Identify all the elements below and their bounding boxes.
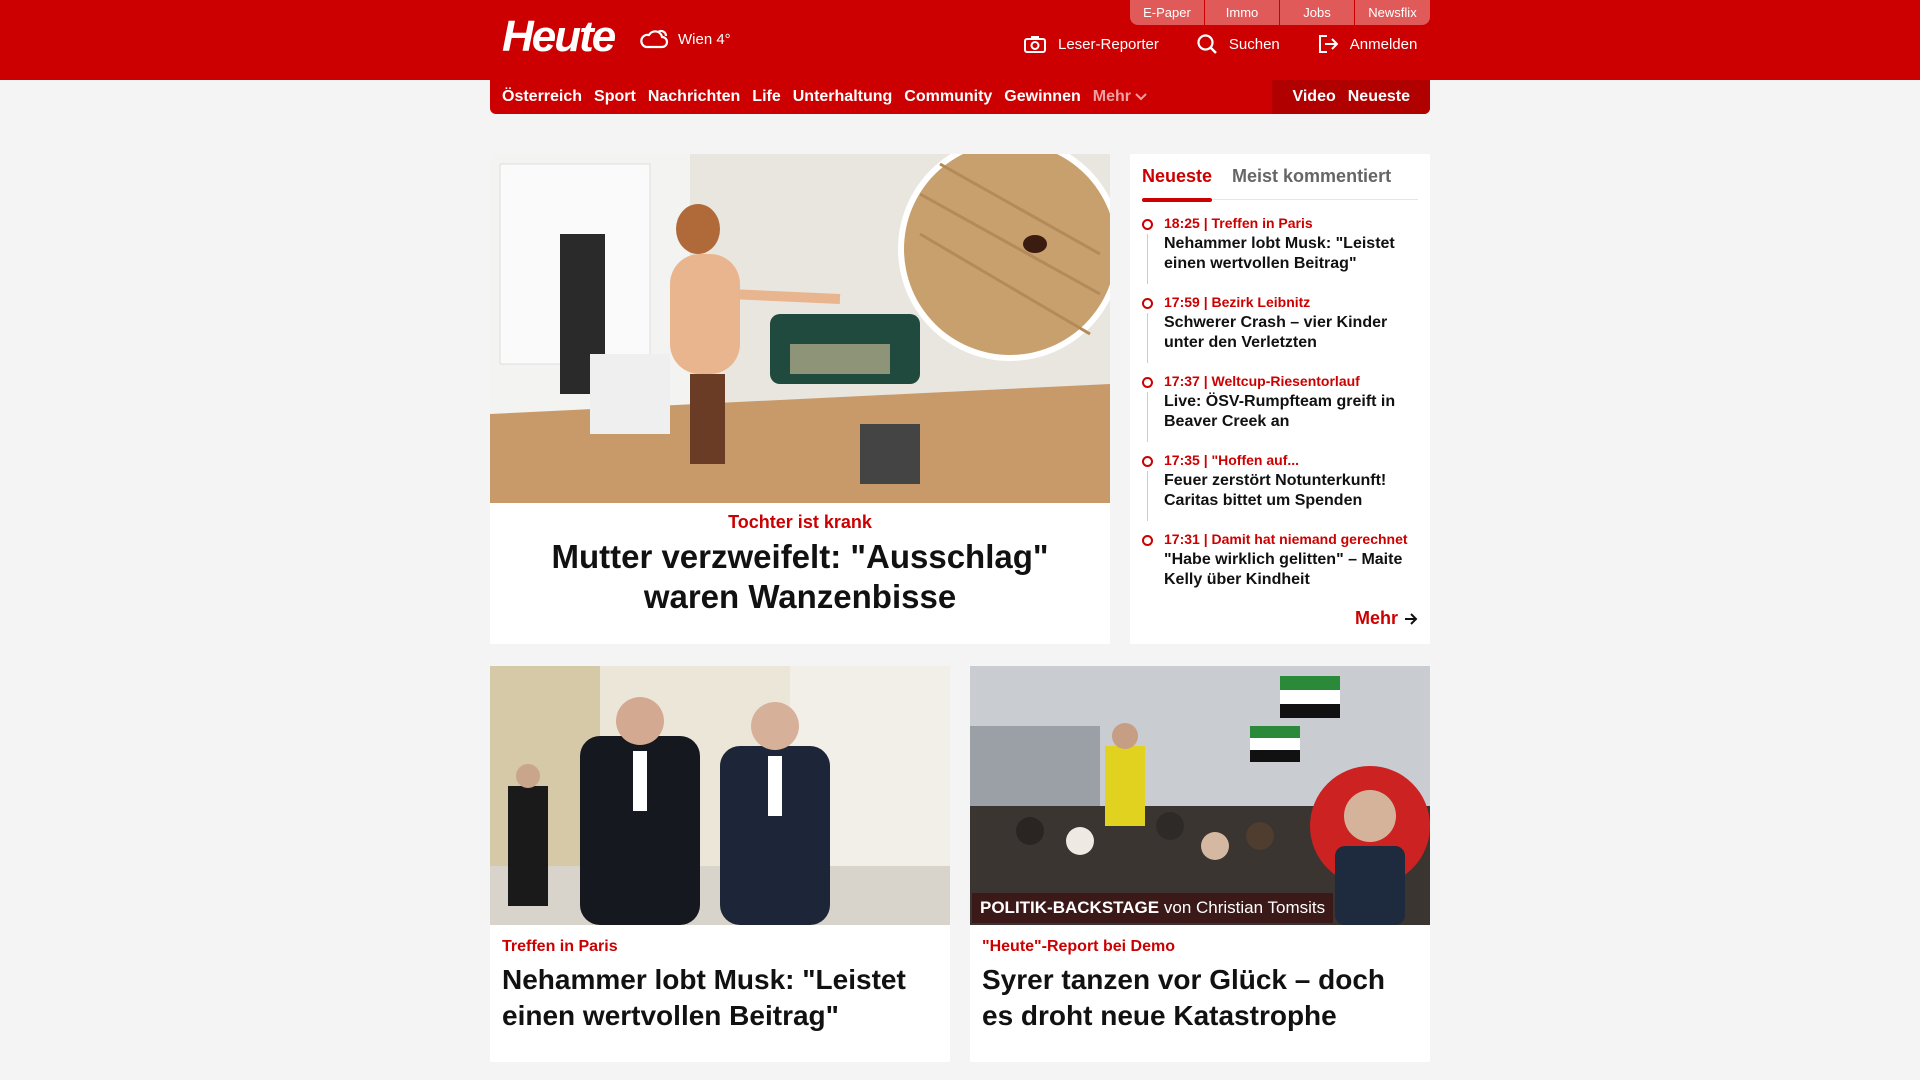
nav-more-dropdown[interactable]: Mehr (1093, 88, 1147, 106)
sidebar-more-link[interactable]: Mehr (1355, 608, 1418, 629)
article-title[interactable]: Syrer tanzen vor Glück – doch es droht n… (982, 962, 1418, 1034)
top-link-immo[interactable]: Immo (1205, 0, 1280, 25)
timeline-line (1147, 471, 1148, 521)
leser-reporter-button[interactable]: Leser-Reporter (1024, 35, 1159, 53)
news-item[interactable]: 17:35 | "Hoffen auf... Feuer zerstört No… (1142, 451, 1418, 530)
article-kicker: Treffen in Paris (502, 938, 618, 955)
news-title[interactable]: Nehammer lobt Musk: "Leistet einen wertv… (1164, 234, 1418, 274)
news-title[interactable]: Live: ÖSV-Rumpfteam greift in Beaver Cre… (1164, 392, 1418, 432)
login-button[interactable]: Anmelden (1318, 34, 1418, 54)
article-card-musk[interactable]: Treffen in Paris Nehammer lobt Musk: "Le… (490, 666, 950, 1062)
search-label: Suchen (1228, 35, 1280, 53)
timeline-dot (1142, 535, 1153, 546)
latest-news-sidebar: Neueste Meist kommentiert 18:25 | Treffe… (1130, 154, 1430, 644)
badge-author-text: von Christian Tomsits (1163, 898, 1326, 917)
login-icon (1318, 35, 1338, 53)
article-image[interactable]: POLITIK-BACKSTAGE von Christian Tomsits (970, 666, 1430, 925)
news-title[interactable]: Schwerer Crash – vier Kinder unter den V… (1164, 313, 1418, 353)
site-logo[interactable]: Heute (502, 12, 616, 62)
hero-image[interactable] (490, 154, 1110, 503)
top-link-epaper[interactable]: E-Paper (1130, 0, 1205, 25)
nav-item-neueste[interactable]: Neueste (1348, 88, 1410, 106)
search-icon (1197, 34, 1217, 54)
nav-item-community[interactable]: Community (904, 88, 992, 106)
article-title[interactable]: Nehammer lobt Musk: "Leistet einen wertv… (502, 962, 938, 1034)
timeline-dot (1142, 298, 1153, 309)
search-button[interactable]: Suchen (1197, 34, 1280, 54)
hero-photo (490, 154, 1110, 503)
news-title[interactable]: Feuer zerstört Notunterkunft! Caritas bi… (1164, 471, 1418, 511)
hero-article[interactable]: Tochter ist krank Mutter verzweifelt: "A… (490, 154, 1110, 644)
weather-widget[interactable]: Wien 4° (638, 26, 731, 52)
nav-item-life[interactable]: Life (752, 88, 780, 106)
timeline-dot (1142, 377, 1153, 388)
tab-meist-kommentiert[interactable]: Meist kommentiert (1232, 164, 1391, 200)
sidebar-more-label: Mehr (1354, 608, 1398, 628)
timeline-dot (1142, 219, 1153, 230)
nav-more-label: Mehr (1092, 88, 1131, 105)
timeline-line (1147, 313, 1148, 363)
main-nav: Österreich Sport Nachrichten Life Unterh… (490, 80, 1430, 114)
tab-neueste[interactable]: Neueste (1142, 164, 1213, 202)
camera-icon (1024, 36, 1046, 53)
nav-item-video[interactable]: Video (1292, 88, 1335, 106)
hero-kicker: Tochter ist krank (728, 512, 872, 532)
news-meta: 17:59 | Bezirk Leibnitz (1164, 294, 1311, 310)
leser-reporter-label: Leser-Reporter (1058, 35, 1159, 53)
chevron-down-icon (1135, 93, 1147, 101)
weather-cloud-icon (640, 29, 669, 49)
article-image[interactable] (490, 666, 950, 925)
news-meta: 17:31 | Damit hat niemand gerechnet (1164, 531, 1408, 547)
news-item[interactable]: 17:59 | Bezirk Leibnitz Schwerer Crash –… (1142, 293, 1418, 372)
badge-bold-text: POLITIK-BACKSTAGE (980, 898, 1160, 917)
weather-text: Wien 4° (678, 30, 731, 48)
top-link-newsflix[interactable]: Newsflix (1355, 0, 1430, 25)
timeline-line (1147, 234, 1148, 284)
nav-item-oesterreich[interactable]: Österreich (502, 88, 582, 106)
header-actions: Leser-Reporter Suchen Anmelden (1024, 34, 1417, 54)
news-meta: 18:25 | Treffen in Paris (1164, 215, 1313, 231)
news-meta: 17:37 | Weltcup-Riesentorlauf (1164, 373, 1360, 389)
news-item[interactable]: 17:37 | Weltcup-Riesentorlauf Live: ÖSV-… (1142, 372, 1418, 451)
sidebar-tabs: Neueste Meist kommentiert (1142, 164, 1418, 202)
nav-item-unterhaltung[interactable]: Unterhaltung (793, 88, 893, 106)
top-link-jobs[interactable]: Jobs (1280, 0, 1355, 25)
nav-item-sport[interactable]: Sport (594, 88, 636, 106)
article-kicker: "Heute"-Report bei Demo (982, 938, 1175, 955)
hero-title[interactable]: Mutter verzweifelt: "Ausschlag" waren Wa… (490, 537, 1110, 617)
news-item[interactable]: 17:31 | Damit hat niemand gerechnet "Hab… (1142, 530, 1418, 609)
news-title[interactable]: "Habe wirklich gelitten" – Maite Kelly ü… (1164, 550, 1418, 590)
arrow-right-icon (1405, 612, 1418, 625)
nav-item-nachrichten[interactable]: Nachrichten (648, 88, 740, 106)
news-item[interactable]: 18:25 | Treffen in Paris Nehammer lobt M… (1142, 214, 1418, 293)
site-header: E-Paper Immo Jobs Newsflix Heute Wien 4°… (0, 0, 1920, 80)
nav-item-gewinnen[interactable]: Gewinnen (1004, 88, 1080, 106)
card-photo (490, 666, 950, 925)
article-card-syrer[interactable]: POLITIK-BACKSTAGE von Christian Tomsits … (970, 666, 1430, 1062)
timeline-line (1147, 392, 1148, 442)
card-photo (970, 666, 1430, 925)
news-meta: 17:35 | "Hoffen auf... (1164, 452, 1300, 468)
timeline-dot (1142, 456, 1153, 467)
login-label: Anmelden (1349, 35, 1418, 53)
politik-backstage-badge: POLITIK-BACKSTAGE von Christian Tomsits (972, 893, 1334, 923)
nav-right-group: Video Neueste (1272, 80, 1430, 114)
top-links: E-Paper Immo Jobs Newsflix (1130, 0, 1430, 25)
news-list: 18:25 | Treffen in Paris Nehammer lobt M… (1142, 214, 1418, 609)
